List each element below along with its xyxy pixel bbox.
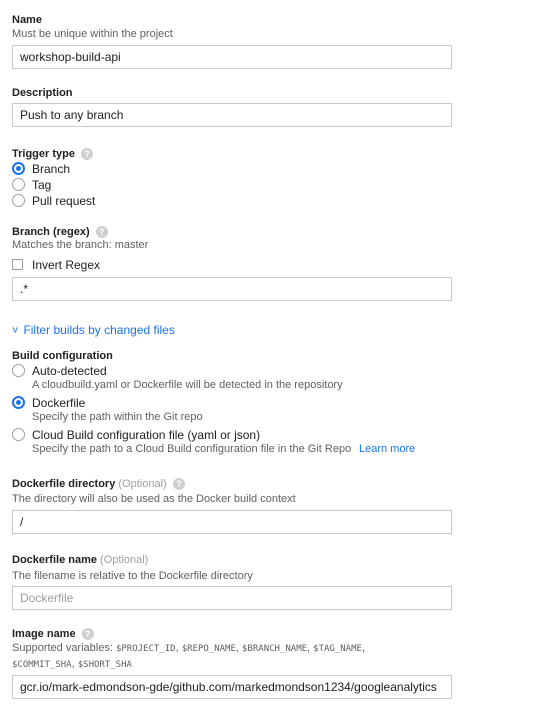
auto-detected-hint: A cloudbuild.yaml or Dockerfile will be …	[32, 379, 343, 391]
cloud-build-config-hint: Specify the path to a Cloud Build config…	[32, 443, 352, 455]
radio-pull-request[interactable]	[12, 194, 25, 207]
radio-cloud-build-config[interactable]	[12, 428, 25, 441]
variable-branch-name: $BRANCH_NAME	[242, 644, 308, 654]
variable-project-id: $PROJECT_ID	[115, 644, 176, 654]
image-name-variables-line2: $COMMIT_SHA, $SHORT_SHA	[12, 658, 132, 670]
branch-regex-label: Branch (regex)?	[12, 225, 108, 239]
radio-tag[interactable]	[12, 178, 25, 191]
radio-auto-detected[interactable]	[12, 364, 25, 377]
name-label: Name	[12, 14, 42, 26]
dockerfile-directory-label: Dockerfile directory (Optional)?	[12, 477, 185, 491]
variables-prefix: Supported variables:	[12, 642, 113, 654]
variable-commit-sha: $COMMIT_SHA	[12, 660, 72, 670]
help-icon[interactable]: ?	[80, 148, 93, 161]
dockerfile-name-hint: The filename is relative to the Dockerfi…	[12, 570, 253, 582]
variable-repo-name: $REPO_NAME	[181, 644, 236, 654]
invert-regex-label[interactable]: Invert Regex	[32, 258, 100, 272]
build-config-label: Build configuration	[12, 350, 113, 362]
filter-builds-link-label: Filter builds by changed files	[23, 323, 175, 337]
radio-auto-detected-label[interactable]: Auto-detected	[32, 364, 107, 378]
dockerfile-directory-hint: The directory will also be used as the D…	[12, 493, 296, 505]
optional-tag: (Optional)	[100, 554, 149, 566]
name-hint: Must be unique within the project	[12, 28, 173, 40]
dockerfile-directory-label-text: Dockerfile directory	[12, 478, 116, 490]
description-label: Description	[12, 87, 73, 99]
radio-dockerfile-label[interactable]: Dockerfile	[32, 396, 85, 410]
learn-more-link[interactable]: Learn more	[359, 443, 415, 455]
radio-branch[interactable]	[12, 162, 25, 175]
image-name-variables-line1: Supported variables: $PROJECT_ID, $REPO_…	[12, 642, 366, 654]
variable-tag-name: $TAG_NAME	[313, 644, 362, 654]
radio-dockerfile[interactable]	[12, 396, 25, 409]
invert-regex-checkbox[interactable]	[12, 259, 23, 270]
image-name-label-text: Image name	[12, 628, 76, 640]
image-name-label: Image name?	[12, 627, 94, 641]
dockerfile-name-label-text: Dockerfile name	[12, 554, 97, 566]
filter-builds-link[interactable]: ˅ Filter builds by changed files	[12, 323, 175, 337]
trigger-type-label: Trigger type?	[12, 147, 93, 161]
help-icon[interactable]: ?	[81, 628, 94, 641]
branch-regex-label-text: Branch (regex)	[12, 226, 90, 238]
dockerfile-name-label: Dockerfile name (Optional)	[12, 553, 148, 567]
radio-pull-request-label[interactable]: Pull request	[32, 194, 95, 208]
help-icon[interactable]: ?	[172, 478, 185, 491]
chevron-down-icon: ˅	[12, 325, 19, 337]
radio-tag-label[interactable]: Tag	[32, 178, 51, 192]
dockerfile-hint: Specify the path within the Git repo	[32, 411, 203, 423]
image-name-input[interactable]: gcr.io/mark-edmondson-gde/github.com/mar…	[12, 675, 452, 699]
branch-regex-input[interactable]: .*	[12, 277, 452, 301]
dockerfile-directory-input[interactable]: /	[12, 510, 452, 534]
radio-cloud-build-config-label[interactable]: Cloud Build configuration file (yaml or …	[32, 428, 260, 442]
dockerfile-name-input[interactable]: Dockerfile	[12, 586, 452, 610]
trigger-type-label-text: Trigger type	[12, 148, 75, 160]
variable-short-sha: $SHORT_SHA	[77, 660, 132, 670]
branch-regex-hint: Matches the branch: master	[12, 239, 149, 251]
radio-branch-label[interactable]: Branch	[32, 162, 70, 176]
help-icon[interactable]: ?	[95, 226, 108, 239]
name-input[interactable]: workshop-build-api	[12, 45, 452, 69]
description-input[interactable]: Push to any branch	[12, 103, 452, 127]
optional-tag: (Optional)	[118, 478, 167, 490]
